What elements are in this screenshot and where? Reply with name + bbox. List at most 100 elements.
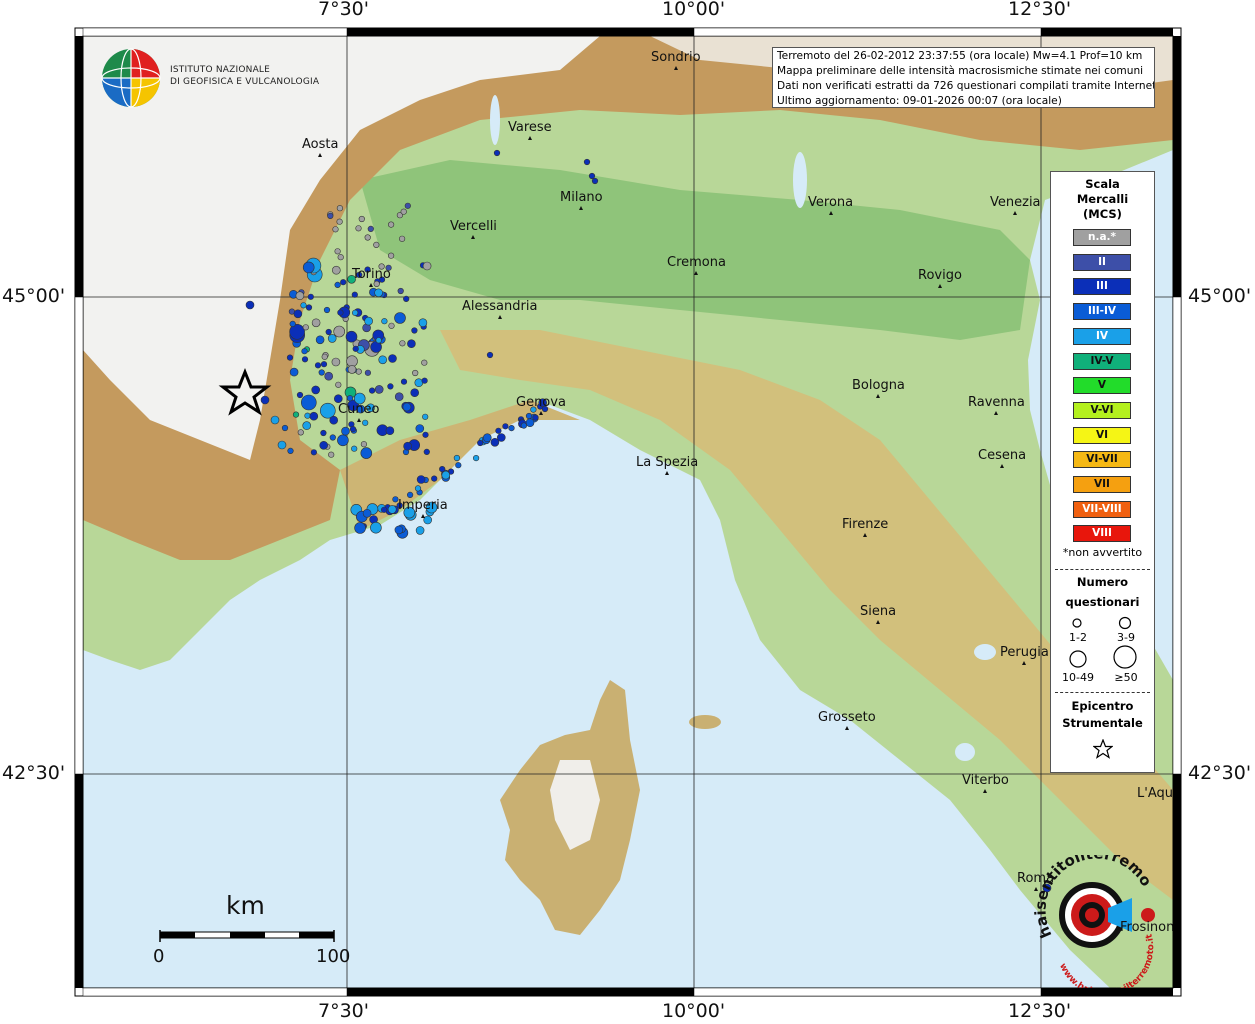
intensity-point (321, 353, 328, 360)
coord-left-1: 45°00' (2, 285, 66, 307)
legend-epicenter-line2: Strumentale (1062, 716, 1143, 730)
intensity-point (302, 324, 309, 331)
legend-panel: Scala Mercalli (MCS) n.a.* II III III-IV IV I… (1050, 171, 1155, 773)
intensity-point (340, 279, 347, 286)
size-circle-3-9 (1118, 616, 1132, 630)
intensity-point (319, 440, 329, 450)
intensity-point (334, 281, 341, 289)
coord-top-2: 10°00' (662, 0, 726, 20)
intensity-point (375, 337, 382, 344)
legend-title-line2: Mercalli (1076, 192, 1129, 206)
legend-swatch: V-VI (1073, 401, 1131, 419)
intensity-point (337, 309, 344, 316)
intensity-point (328, 451, 335, 458)
intensity-point (245, 300, 255, 310)
intensity-point (286, 354, 294, 361)
size-label: 1-2 (1069, 631, 1087, 644)
scale-unit: km (226, 891, 265, 920)
intensity-point (400, 378, 408, 385)
intensity-point (441, 470, 451, 480)
city-label: Ravenna (968, 395, 1025, 415)
legend-count-title-line1: Numero (1076, 575, 1129, 589)
legend-separator (1055, 569, 1150, 570)
ingv-logo-icon (101, 48, 161, 108)
legend-swatch: VIII (1073, 525, 1131, 543)
city-label: Firenze (842, 517, 889, 537)
legend-swatch: IV (1073, 327, 1131, 345)
intensity-point (394, 392, 404, 402)
intensity-point (354, 522, 366, 534)
intensity-point (404, 202, 411, 209)
intensity-point (370, 521, 382, 534)
event-info-line4: Ultimo aggiornamento: 09-01-2026 00:07 (… (777, 95, 1062, 107)
intensity-point (336, 205, 344, 212)
intensity-point (300, 394, 317, 411)
intensity-point (320, 429, 327, 437)
legend-swatch: VII-VIII (1073, 500, 1131, 518)
lake-garda (793, 152, 807, 208)
intensity-point (414, 485, 422, 492)
intensity-point (260, 395, 270, 405)
intensity-point (364, 234, 371, 241)
city-label: La Spezia (636, 455, 699, 475)
coord-bottom-3: 12°30' (1008, 1000, 1072, 1022)
intensity-point (399, 235, 406, 242)
intensity-point (320, 361, 328, 368)
intensity-point (387, 383, 394, 390)
intensity-point (295, 291, 305, 301)
city-label: Cesena (978, 448, 1027, 468)
intensity-point (525, 418, 535, 428)
size-circle-1-2 (1072, 618, 1082, 628)
intensity-point (310, 449, 318, 456)
intensity-point (399, 340, 406, 347)
intensity-point (270, 415, 280, 425)
city-label: Grosseto (818, 710, 876, 730)
intensity-point (496, 433, 506, 442)
intensity-point (346, 395, 354, 402)
intensity-point (415, 526, 425, 535)
logo-sub-text: www.haisentitoilterremoto.it (1057, 932, 1156, 988)
intensity-point (422, 431, 429, 438)
intensity-point (302, 261, 315, 274)
legend-swatch: VI (1073, 426, 1131, 444)
intensity-point (277, 440, 287, 450)
coord-left-2: 42°30' (2, 762, 66, 784)
city-label: Genova (516, 395, 566, 415)
map-terrain (83, 36, 1173, 988)
intensity-point (370, 341, 382, 353)
intensity-point (477, 439, 484, 447)
size-circle-10-49 (1069, 650, 1087, 668)
intensity-point (407, 339, 416, 349)
intensity-point (362, 419, 369, 426)
intensity-point (453, 454, 461, 462)
legend-swatch: V (1073, 377, 1131, 395)
intensity-point (292, 411, 300, 418)
legend-count-title-line2: questionari (1065, 595, 1140, 609)
intensity-point (347, 365, 357, 374)
intensity-point (411, 327, 418, 334)
event-info-box: Terremoto del 26-02-2012 23:37:55 (ora l… (772, 47, 1155, 108)
intensity-point (421, 359, 428, 366)
intensity-point (508, 425, 515, 432)
city-label: Alessandria (462, 299, 538, 319)
intensity-point (349, 426, 357, 433)
intensity-point (397, 287, 404, 295)
intensity-point (296, 391, 304, 399)
intensity-point (300, 302, 307, 309)
legend-swatch: VII (1073, 476, 1131, 493)
scale-min: 0 (153, 946, 165, 967)
intensity-point (337, 254, 344, 261)
intensity-point (431, 475, 438, 482)
intensity-point (583, 158, 591, 166)
intensity-point (346, 355, 358, 368)
coord-top-1: 7°30' (318, 0, 369, 20)
legend-swatch: n.a.* (1073, 229, 1131, 246)
intensity-point (414, 378, 424, 388)
intensity-point (482, 433, 492, 443)
intensity-point (360, 447, 373, 459)
intensity-point (311, 318, 321, 328)
intensity-point (360, 441, 368, 448)
intensity-point (410, 388, 420, 398)
intensity-point (362, 508, 372, 518)
legend-title-line3: (MCS) (1083, 207, 1122, 221)
